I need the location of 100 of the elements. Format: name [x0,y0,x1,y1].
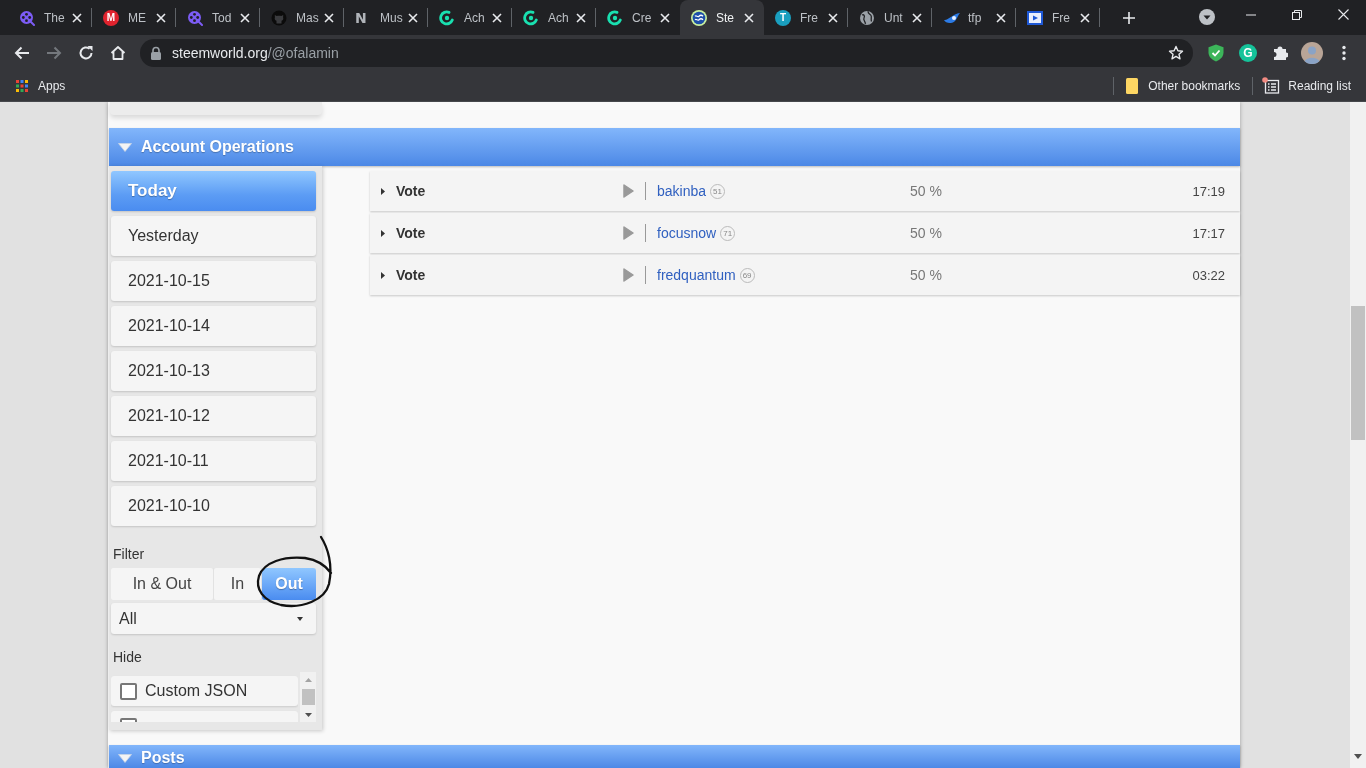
close-icon[interactable] [156,12,166,23]
close-icon[interactable] [240,12,250,23]
swirl-icon [439,9,455,26]
operation-row[interactable]: Vote focusnow 71 50 % 17:17 [370,213,1240,253]
close-icon[interactable] [1080,12,1090,23]
close-icon[interactable] [828,12,838,23]
avatar-icon[interactable] [1301,41,1323,64]
operation-row[interactable]: Vote bakinba 51 50 % 17:19 [370,171,1240,211]
day-tab[interactable]: Yesterday [111,216,316,256]
swoosh-icon [943,11,961,24]
checkbox[interactable] [120,682,137,700]
back-icon[interactable] [14,44,30,61]
close-icon[interactable] [576,12,586,23]
browser-tab[interactable]: Ach [512,0,596,35]
swirl-icon [523,9,539,26]
close-icon[interactable] [408,12,418,23]
browser-tab[interactable]: N Mus [344,0,428,35]
video-icon [1027,9,1043,26]
play-icon[interactable] [623,268,634,282]
type-dropdown[interactable]: All [111,603,316,634]
account-link[interactable]: focusnow [657,225,717,241]
cat-icon [271,9,287,26]
dropdown-caret-icon [297,616,303,621]
account-link[interactable]: fredquantum [657,267,736,283]
browser-tab[interactable]: The [8,0,92,35]
account-link[interactable]: bakinba [657,183,707,199]
browser-tab[interactable]: Ach [428,0,512,35]
filter-label: Filter [112,545,145,563]
operation-time: 03:22 [1192,267,1225,283]
film-reel-icon [187,9,203,26]
caret-right-icon [381,229,385,237]
browser-tab[interactable]: Unt [848,0,932,35]
vote-weight: 50 % [910,267,942,283]
tab-search-icon[interactable] [1199,8,1215,25]
tab-logo: N [355,9,367,26]
browser-tab[interactable]: Tod [176,0,260,35]
apps-bookmark[interactable]: Apps [16,78,66,93]
day-tab[interactable]: 2021-10-12 [111,396,316,436]
globe-icon [859,9,875,26]
shield-check-icon[interactable] [1208,43,1224,62]
browser-tab[interactable]: Fre [1016,0,1100,35]
other-bookmarks[interactable]: Other bookmarks [1126,77,1241,94]
new-tab-icon[interactable] [1123,11,1135,24]
close-icon[interactable] [660,12,670,23]
day-tab[interactable]: 2021-10-10 [111,486,316,526]
bookmark-star-icon[interactable] [1168,44,1184,61]
close-icon[interactable] [996,12,1006,23]
wave-circle-icon [691,9,707,26]
operation-time: 17:19 [1192,183,1225,199]
close-icon[interactable] [912,12,922,23]
close-icon[interactable] [72,12,82,23]
reading-list[interactable]: Reading list [1262,77,1351,94]
day-tab[interactable]: 2021-10-14 [111,306,316,346]
browser-tab[interactable]: tfp [932,0,1016,35]
close-icon[interactable] [744,12,754,23]
browser-tab[interactable]: T Fre [764,0,848,35]
caret-right-icon [381,271,385,279]
filter-option[interactable]: In & Out [111,568,213,600]
hide-option[interactable]: Custom JSON [111,676,298,706]
filter-option[interactable]: In [214,568,261,600]
scroll-up-icon [304,678,312,682]
play-icon[interactable] [623,184,634,198]
close-icon[interactable] [324,12,334,23]
day-tab[interactable]: 2021-10-11 [111,441,316,481]
hide-label: Hide [112,648,142,666]
day-tab[interactable]: 2021-10-15 [111,261,316,301]
vote-weight: 50 % [910,183,942,199]
scrollbar-thumb[interactable] [301,689,315,705]
caret-right-icon [381,187,385,195]
scroll-down-icon [1354,754,1362,759]
tab-logo: T [775,9,791,26]
lock-icon [150,45,162,60]
reload-icon[interactable] [78,44,94,61]
folder-icon [1126,77,1139,94]
browser-tab[interactable]: Cre [596,0,680,35]
menu-icon[interactable] [1342,44,1346,61]
browser-tab[interactable]: Mas [260,0,344,35]
puzzle-icon[interactable] [1272,44,1288,61]
minimize-icon[interactable] [1246,13,1256,16]
play-icon[interactable] [623,226,634,240]
vote-weight: 50 % [910,225,942,241]
film-reel-icon [19,9,35,26]
operation-type: Vote [396,267,426,283]
operation-type: Vote [396,225,426,241]
reading-list-icon [1262,77,1281,94]
url-text[interactable]: steemworld.org/@ofalamin [172,44,339,61]
operation-row[interactable]: Vote fredquantum 69 50 % 03:22 [370,255,1240,295]
browser-tab[interactable]: M ME [92,0,176,35]
operation-time: 17:17 [1192,225,1225,241]
scrollbar-thumb[interactable] [1351,306,1365,440]
app-grid-icon [16,79,28,92]
restore-icon[interactable] [1292,9,1302,20]
address-bar[interactable]: steemworld.org/@ofalamin [140,38,1193,67]
browser-tab[interactable]: Ste [680,0,764,35]
swirl-icon [607,9,623,26]
close-icon[interactable] [492,12,502,23]
home-icon[interactable] [110,44,126,61]
day-tab[interactable]: 2021-10-13 [111,351,316,391]
tab-logo: M [103,9,119,26]
close-icon[interactable] [1337,9,1349,20]
